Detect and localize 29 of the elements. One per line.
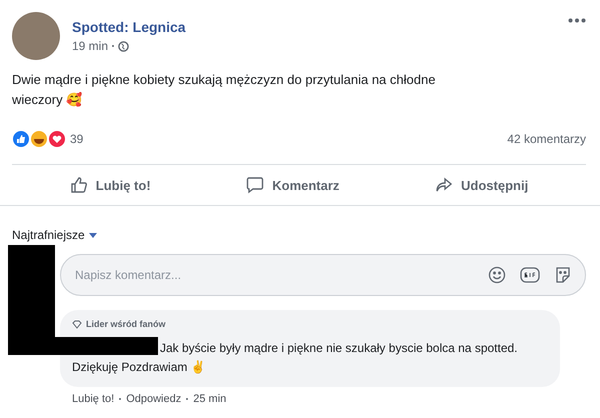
speech-bubble-icon: [246, 176, 264, 194]
page-avatar[interactable]: [12, 12, 60, 60]
comment-link[interactable]: Odpowiedz: [126, 393, 182, 405]
post-time[interactable]: 19 min: [72, 39, 108, 53]
fan-badge-label: Lider wśród fanów: [86, 319, 166, 329]
reaction-icons: [12, 130, 66, 148]
smiley-icon[interactable]: [488, 266, 506, 284]
comment-link[interactable]: Lubię to!: [72, 393, 114, 405]
separator-dot: [119, 398, 122, 400]
comment-text: Jak byście były mądre i piękne nie szukały byscie bolca na spotted. Dziękuję Pozdrawiam ✌: [72, 340, 519, 376]
thumbs-up-icon: [70, 176, 88, 194]
more-options-icon[interactable]: [568, 18, 586, 23]
sticker-icon[interactable]: [554, 266, 572, 284]
page-name[interactable]: Spotted: Legnica: [72, 19, 186, 35]
gif-icon[interactable]: [520, 267, 540, 283]
sort-dropdown[interactable]: Najtrafniejsze: [12, 228, 97, 242]
separator-dot: [186, 398, 188, 400]
comment-input-field[interactable]: Napisz komentarz...: [60, 254, 586, 296]
separator-dot: [112, 45, 114, 47]
comment-button[interactable]: Komentarz: [236, 171, 350, 199]
share-arrow-icon: [435, 176, 454, 194]
comment-time[interactable]: 25 min: [193, 393, 226, 405]
comments-count[interactable]: 42 komentarzy: [507, 132, 586, 146]
caret-icon: [88, 232, 97, 238]
post-text: Dwie mądre i piękne kobiety szukają mężczyzn do przytulania na chłodne wieczory 🥰: [12, 71, 436, 109]
share-button[interactable]: Udostępnij: [425, 171, 538, 199]
reaction-count[interactable]: 39: [70, 132, 84, 146]
diamond-icon: [72, 320, 82, 328]
like-button[interactable]: Lubię to!: [60, 171, 161, 199]
